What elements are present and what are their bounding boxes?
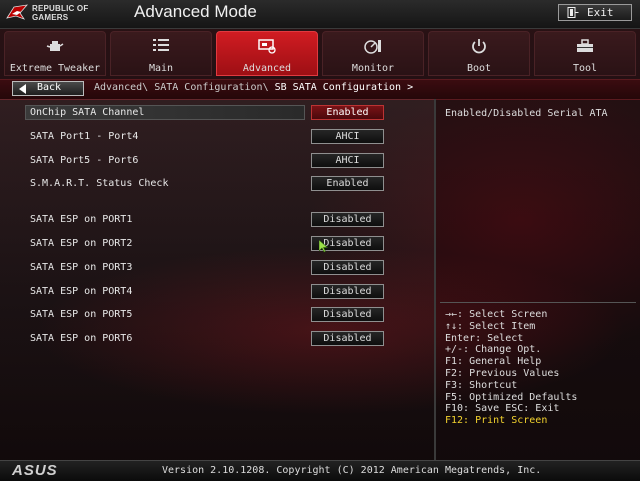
key-hint: F2: Previous Values <box>445 367 560 379</box>
setting-label-esp-port6[interactable]: SATA ESP on PORT6 <box>30 333 132 344</box>
power-icon <box>429 38 529 54</box>
setting-label-onchip-sata[interactable]: OnChip SATA Channel <box>30 107 144 118</box>
help-description: Enabled/Disabled Serial ATA <box>445 108 608 119</box>
key-hint: Enter: Select <box>445 332 524 344</box>
tab-label: Boot <box>466 63 492 74</box>
tab-extreme-tweaker[interactable]: Extreme Tweaker <box>4 31 106 76</box>
key-hint: ↑↓: Select Item <box>445 320 536 332</box>
setting-label-smart[interactable]: S.M.A.R.T. Status Check <box>30 178 168 189</box>
setting-label-sata-port1-4[interactable]: SATA Port1 - Port4 <box>30 131 138 142</box>
asus-logo: ASUS <box>12 462 58 479</box>
brand-text: REPUBLIC OF GAMERS <box>32 4 88 22</box>
back-label: Back <box>37 82 62 93</box>
panel-divider <box>434 99 436 460</box>
setting-value-sata-port5-6[interactable]: AHCI <box>311 153 384 168</box>
rog-eye-icon <box>6 4 28 20</box>
gauge-icon <box>323 38 423 54</box>
teapot-icon <box>5 38 105 54</box>
key-hint-print-screen[interactable]: F12: Print Screen <box>445 415 577 427</box>
setting-value-esp-port1[interactable]: Disabled <box>311 212 384 227</box>
setting-value-esp-port3[interactable]: Disabled <box>311 260 384 275</box>
key-hint: F10: Save ESC: Exit <box>445 403 560 415</box>
breadcrumb: Advanced\ SATA Configuration\ SB SATA Co… <box>94 82 413 93</box>
back-button[interactable]: Back <box>12 81 84 96</box>
setting-label-esp-port2[interactable]: SATA ESP on PORT2 <box>30 238 132 249</box>
setting-value-esp-port4[interactable]: Disabled <box>311 284 384 299</box>
setting-value-sata-port1-4[interactable]: AHCI <box>311 129 384 144</box>
setting-value-onchip-sata[interactable]: Enabled <box>311 105 384 120</box>
setting-value-smart[interactable]: Enabled <box>311 176 384 191</box>
mouse-cursor-icon <box>318 238 329 257</box>
tab-label: Advanced <box>242 63 292 74</box>
setting-label-esp-port4[interactable]: SATA ESP on PORT4 <box>30 286 132 297</box>
setting-label-sata-port5-6[interactable]: SATA Port5 - Port6 <box>30 155 138 166</box>
back-arrow-icon <box>19 84 26 94</box>
tab-main[interactable]: Main <box>110 31 212 76</box>
tab-label: Main <box>148 63 174 74</box>
key-hint: F1: General Help <box>445 356 542 368</box>
tab-boot[interactable]: Boot <box>428 31 530 76</box>
tab-label: Tool <box>572 63 598 74</box>
key-legend: →←: Select Screen ↑↓: Select Item Enter:… <box>445 309 577 427</box>
list-icon <box>111 38 211 54</box>
tab-monitor[interactable]: Monitor <box>322 31 424 76</box>
key-hint: +/-: Change Opt. <box>445 344 542 356</box>
key-hint: F3: Shortcut <box>445 379 518 391</box>
exit-label: Exit <box>587 6 614 19</box>
tab-label: Extreme Tweaker <box>9 63 101 74</box>
tab-advanced[interactable]: Advanced <box>216 31 318 76</box>
exit-button[interactable]: Exit <box>558 4 632 21</box>
breadcrumb-path[interactable]: Advanced\ SATA Configuration\ <box>94 82 275 93</box>
mode-title: Advanced Mode <box>134 2 257 21</box>
top-bar: REPUBLIC OF GAMERS Advanced Mode Exit <box>0 0 640 29</box>
help-separator <box>440 302 636 303</box>
cpu-card-icon <box>217 38 317 54</box>
breadcrumb-current: SB SATA Configuration > <box>274 82 414 93</box>
setting-label-esp-port1[interactable]: SATA ESP on PORT1 <box>30 214 132 225</box>
setting-label-esp-port5[interactable]: SATA ESP on PORT5 <box>30 309 132 320</box>
setting-label-esp-port3[interactable]: SATA ESP on PORT3 <box>30 262 132 273</box>
toolbox-icon <box>535 38 635 54</box>
key-hint: →←: Select Screen <box>445 309 548 320</box>
tab-tool[interactable]: Tool <box>534 31 636 76</box>
rog-logo: REPUBLIC OF GAMERS <box>6 3 116 25</box>
exit-door-icon <box>567 7 579 21</box>
main-tabs: Extreme Tweaker Main Advanced Monitor Bo… <box>4 31 636 77</box>
version-text: Version 2.10.1208. Copyright (C) 2012 Am… <box>162 465 542 476</box>
brand-line-1: REPUBLIC OF <box>32 4 89 13</box>
setting-value-esp-port5[interactable]: Disabled <box>311 307 384 322</box>
key-hint: F5: Optimized Defaults <box>445 391 578 403</box>
setting-value-esp-port6[interactable]: Disabled <box>311 331 384 346</box>
brand-line-2: GAMERS <box>32 13 69 22</box>
tab-label: Monitor <box>351 63 395 74</box>
